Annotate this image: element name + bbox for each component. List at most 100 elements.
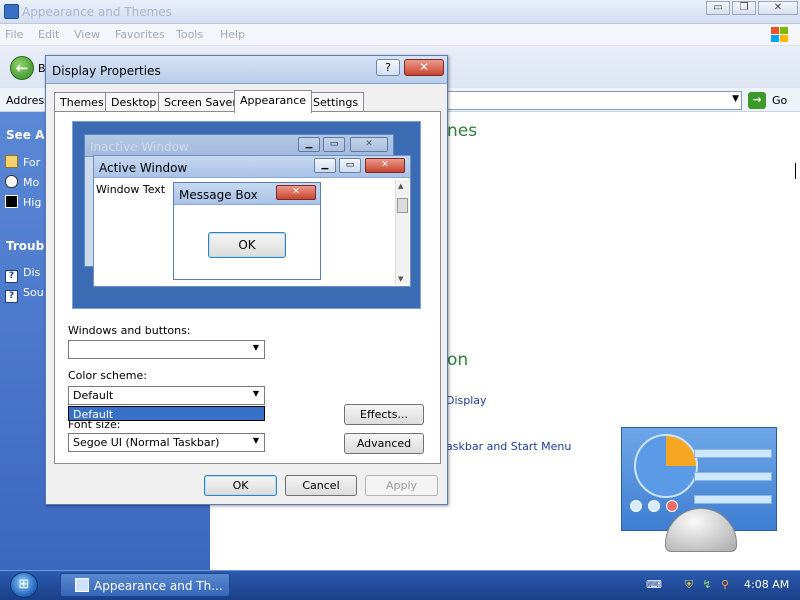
dialog-titlebar[interactable]: Display Properties ? ✕ — [46, 56, 447, 84]
window-text: Window Text — [96, 183, 166, 196]
troubleshooter-item-label: Dis — [23, 266, 41, 279]
see-also-item-mouse[interactable]: Mo — [5, 175, 39, 189]
back-arrow-icon[interactable]: ← — [10, 56, 34, 80]
keyboard-icon[interactable]: ⌨ — [646, 578, 662, 592]
appearance-preview: Inactive Window ▁ ▭ ✕ Active Window ▁ ▭ … — [72, 121, 421, 309]
scroll-up-arrow-icon: ▲ — [398, 182, 404, 190]
windows-flag-icon — [771, 27, 788, 42]
scroll-thumb — [397, 198, 408, 213]
display-link[interactable]: Display — [446, 394, 487, 407]
scroll-down-arrow-icon: ▼ — [398, 275, 404, 283]
folder-icon — [5, 155, 18, 168]
menu-bar: File Edit View Favorites Tools Help — [0, 24, 800, 46]
color-scheme-option-default[interactable]: Default — [68, 406, 265, 421]
go-button[interactable]: Go — [772, 94, 787, 107]
dot-icon — [648, 500, 660, 512]
security-shield-icon[interactable]: ⛨ — [682, 578, 696, 592]
tab-themes[interactable]: Themes — [54, 92, 110, 112]
color-scheme-label: Color scheme: — [68, 369, 147, 382]
clock[interactable]: 4:08 AM — [744, 578, 789, 591]
tab-desktop[interactable]: Desktop — [105, 92, 163, 112]
color-scheme-dropdown[interactable]: Default ▼ — [68, 386, 265, 405]
display-properties-dialog: Display Properties ? ✕ Themes Desktop Sc… — [45, 55, 448, 505]
message-box-preview: Message Box ✕ OK — [173, 182, 321, 280]
windows-and-buttons-dropdown[interactable]: ▼ — [68, 340, 265, 359]
pie-chart-icon — [634, 434, 698, 498]
chevron-down-icon: ▼ — [252, 389, 259, 398]
menu-file[interactable]: File — [5, 28, 23, 41]
chevron-down-icon: ▼ — [252, 436, 259, 445]
see-also-item-label: Hig — [23, 196, 42, 209]
minimize-icon: ▁ — [314, 158, 336, 173]
mouse-cursor-icon — [795, 163, 800, 179]
message-box-title: Message Box — [179, 188, 258, 202]
go-arrow-icon[interactable]: → — [748, 92, 766, 109]
bar-icon — [694, 449, 772, 458]
apply-button[interactable]: Apply — [365, 475, 438, 496]
windows-orb-icon[interactable]: ⊞ — [10, 572, 38, 598]
font-size-dropdown[interactable]: Segoe UI (Normal Taskbar) ▼ — [68, 433, 265, 452]
chevron-down-icon[interactable]: ▼ — [732, 94, 739, 104]
address-label: Address — [6, 94, 50, 107]
network-icon[interactable]: ↯ — [700, 578, 714, 592]
inactive-window-titlebar: Inactive Window ▁ ▭ ✕ — [85, 135, 393, 157]
advanced-button[interactable]: Advanced — [344, 433, 424, 454]
color-scheme-value: Default — [73, 389, 114, 402]
bar-icon — [694, 472, 772, 481]
help-icon: ? — [5, 290, 18, 303]
background-window-titlebar: Appearance and Themes ▭ ❐ ✕ — [0, 0, 800, 24]
close-icon: ✕ — [276, 185, 316, 200]
taskbar-start-menu-link[interactable]: askbar and Start Menu — [446, 440, 571, 453]
close-icon: ✕ — [365, 158, 405, 173]
effects-button[interactable]: Effects... — [344, 404, 424, 425]
close-icon: ✕ — [350, 137, 388, 152]
appearance-themes-icon — [75, 578, 89, 592]
pick-task-heading: nes — [447, 121, 478, 141]
dialog-close-button[interactable]: ✕ — [404, 59, 444, 76]
active-window-titlebar: Active Window ▁ ▭ ✕ — [94, 156, 410, 178]
maximize-icon: ▭ — [323, 137, 345, 152]
tab-screen-saver[interactable]: Screen Saver — [158, 92, 243, 112]
minimize-button[interactable]: ▭ — [706, 1, 730, 15]
troubleshooter-item-label: Sou — [23, 286, 44, 299]
menu-view[interactable]: View — [74, 28, 100, 41]
control-panel-icon-heading: on — [447, 350, 469, 370]
search-icon[interactable]: ⚲ — [718, 578, 732, 592]
active-window-title: Active Window — [99, 161, 188, 175]
menu-tools[interactable]: Tools — [176, 28, 203, 41]
address-input[interactable]: ▼ — [446, 91, 742, 110]
ok-button[interactable]: OK — [204, 475, 277, 496]
help-icon: ? — [5, 270, 18, 283]
dot-icon — [630, 500, 642, 512]
chevron-down-icon: ▼ — [252, 343, 259, 352]
see-also-item-label: For — [23, 156, 41, 169]
taskbar-button-appearance-themes[interactable]: Appearance and Th... — [60, 573, 230, 597]
high-contrast-icon — [5, 195, 18, 208]
font-size-value: Segoe UI (Normal Taskbar) — [73, 436, 220, 449]
background-window-title: Appearance and Themes — [22, 5, 172, 19]
appearance-themes-icon — [4, 4, 19, 19]
tab-appearance[interactable]: Appearance — [234, 90, 313, 113]
tab-settings[interactable]: Settings — [307, 92, 365, 112]
help-button[interactable]: ? — [376, 59, 400, 76]
close-button[interactable]: ✕ — [758, 1, 798, 15]
see-also-item-fonts[interactable]: For — [5, 155, 40, 169]
taskbar-button-label: Appearance and Th... — [94, 579, 223, 593]
menu-help[interactable]: Help — [220, 28, 245, 41]
windows-and-buttons-label: Windows and buttons: — [68, 324, 191, 337]
troubleshooter-item-sound[interactable]: ? Sou — [5, 286, 44, 303]
dot-icon — [666, 500, 678, 512]
minimize-icon: ▁ — [298, 137, 320, 152]
cancel-button[interactable]: Cancel — [285, 475, 357, 496]
see-also-item-high-contrast[interactable]: Hig — [5, 195, 41, 209]
menu-edit[interactable]: Edit — [38, 28, 59, 41]
menu-favorites[interactable]: Favorites — [115, 28, 165, 41]
see-also-item-label: Mo — [23, 176, 40, 189]
mouse-icon — [5, 175, 18, 188]
maximize-icon: ▭ — [339, 158, 361, 173]
maximize-button[interactable]: ❐ — [732, 1, 756, 15]
troubleshooter-item-display[interactable]: ? Dis — [5, 266, 41, 283]
message-box-titlebar: Message Box ✕ — [174, 183, 320, 205]
preview-ok-button: OK — [208, 232, 286, 258]
inactive-window-title: Inactive Window — [90, 140, 189, 154]
